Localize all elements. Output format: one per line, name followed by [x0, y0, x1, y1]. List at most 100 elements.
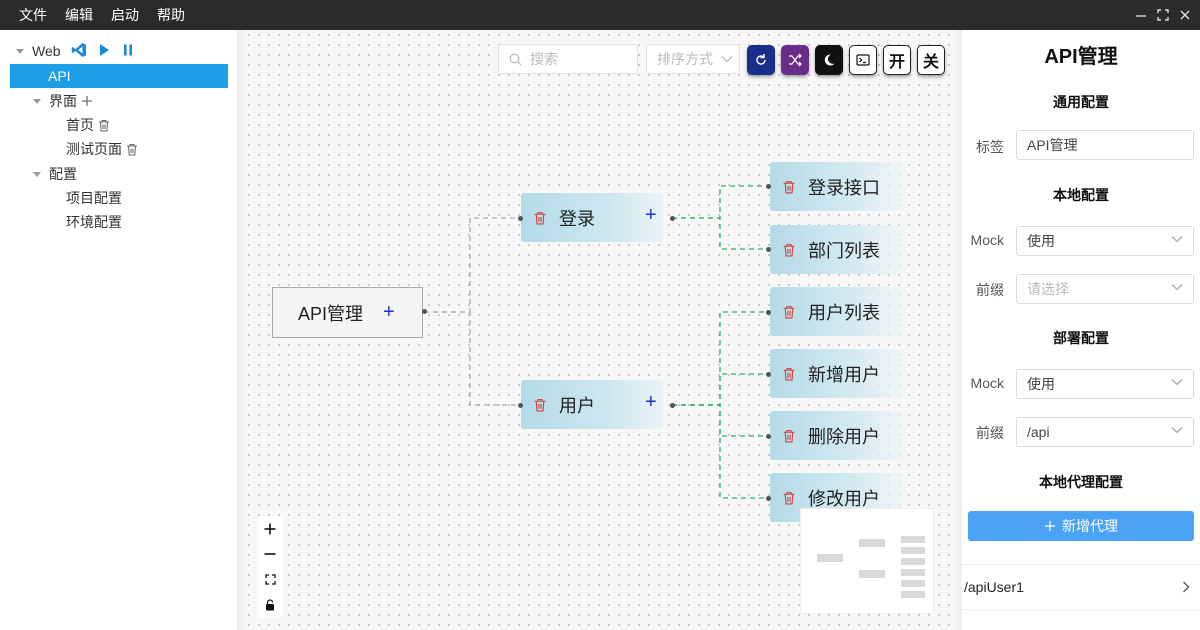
- proxy-list-item[interactable]: /apiUser1: [962, 564, 1200, 610]
- theme-toggle-button[interactable]: [815, 45, 843, 75]
- connection-port: [766, 496, 771, 501]
- shuffle-icon: [789, 53, 802, 67]
- local-mock-label: Mock: [970, 232, 1004, 248]
- tree-item-home[interactable]: 首页: [66, 113, 110, 137]
- add-child-icon[interactable]: +: [645, 391, 657, 414]
- trash-icon[interactable]: [782, 491, 796, 505]
- add-child-icon[interactable]: +: [383, 301, 395, 324]
- trash-icon[interactable]: [782, 429, 796, 443]
- leaf-node-label: 用户列表: [808, 302, 880, 323]
- trash-icon[interactable]: [782, 180, 796, 194]
- edge-login-leaf1: [672, 185, 766, 219]
- minimize-icon[interactable]: [1132, 6, 1150, 24]
- edge-user-leaf4: [672, 404, 766, 499]
- sort-select[interactable]: 排序方式: [646, 44, 740, 74]
- section-general: 通用配置: [1053, 94, 1109, 110]
- deploy-prefix-value: /api: [1027, 424, 1050, 440]
- menu-edit[interactable]: 编辑: [56, 0, 102, 30]
- trash-icon[interactable]: [533, 211, 547, 225]
- trash-icon[interactable]: [782, 243, 796, 257]
- menu-file[interactable]: 文件: [10, 0, 56, 30]
- chevron-down-icon: [1171, 427, 1183, 434]
- search-input[interactable]: 搜索: [498, 44, 638, 74]
- zoom-controls: [258, 516, 282, 618]
- fit-view-icon[interactable]: [258, 568, 282, 592]
- mid-node-user[interactable]: 用户 +: [521, 380, 663, 429]
- minimap[interactable]: [800, 508, 934, 614]
- section-proxy: 本地代理配置: [1039, 474, 1123, 490]
- trash-icon[interactable]: [782, 367, 796, 381]
- add-page-icon[interactable]: [81, 95, 93, 107]
- refresh-icon: [756, 54, 766, 65]
- lock-icon[interactable]: [258, 593, 282, 617]
- edge-root-user: [424, 311, 518, 406]
- trash-icon[interactable]: [126, 143, 138, 156]
- tree-root-label: Web: [32, 43, 61, 59]
- tag-input[interactable]: API管理: [1016, 130, 1194, 160]
- mid-node-login[interactable]: 登录 +: [521, 193, 663, 242]
- tree-item-home-label: 首页: [66, 117, 94, 133]
- open-button[interactable]: 开: [883, 45, 911, 75]
- tree-item-api[interactable]: API: [10, 64, 228, 88]
- menu-launch[interactable]: 启动: [102, 0, 148, 30]
- run-icon[interactable]: [97, 43, 111, 60]
- refresh-button[interactable]: [747, 45, 775, 75]
- leaf-node-label: 删除用户: [808, 426, 880, 447]
- close-icon[interactable]: [1176, 6, 1194, 24]
- local-mock-select[interactable]: 使用: [1016, 226, 1194, 256]
- tree-item-test-page[interactable]: 测试页面: [66, 137, 138, 161]
- trash-icon[interactable]: [98, 119, 110, 132]
- add-child-icon[interactable]: +: [645, 204, 657, 227]
- pause-icon[interactable]: [121, 43, 135, 60]
- connection-port: [670, 216, 675, 221]
- local-prefix-placeholder: 请选择: [1027, 281, 1069, 297]
- caret-down-icon: [16, 48, 24, 54]
- chevron-down-icon: [1171, 236, 1183, 243]
- moon-icon: [824, 54, 835, 66]
- caret-down-icon: [33, 98, 41, 104]
- caret-down-icon: [33, 171, 41, 177]
- zoom-out-icon[interactable]: [258, 542, 282, 566]
- local-prefix-select[interactable]: 请选择: [1016, 274, 1194, 304]
- connection-port: [766, 434, 771, 439]
- menu-help[interactable]: 帮助: [148, 0, 194, 30]
- connection-port: [518, 216, 523, 221]
- trash-icon[interactable]: [533, 398, 547, 412]
- deploy-mock-select[interactable]: 使用: [1016, 369, 1194, 399]
- deploy-mock-value: 使用: [1027, 376, 1055, 392]
- close-button[interactable]: 关: [917, 45, 945, 75]
- connection-port: [670, 403, 675, 408]
- leaf-node[interactable]: 删除用户: [770, 411, 906, 460]
- maximize-icon[interactable]: [1154, 6, 1172, 24]
- shuffle-button[interactable]: [781, 45, 809, 75]
- tree-group-config[interactable]: 配置: [33, 162, 77, 186]
- tree-root[interactable]: Web: [16, 39, 135, 63]
- leaf-node[interactable]: 部门列表: [770, 225, 906, 274]
- mindmap-canvas[interactable]: 搜索 排序方式 开 关 API管理 + 登录 + 用户 + 登录接口 部门列表 …: [244, 30, 956, 630]
- tree-item-api-label: API: [48, 68, 71, 84]
- tree-group-ui[interactable]: 界面: [33, 89, 93, 113]
- terminal-button[interactable]: [849, 45, 877, 75]
- trash-icon[interactable]: [782, 305, 796, 319]
- zoom-in-icon[interactable]: [258, 517, 282, 541]
- deploy-mock-label: Mock: [970, 375, 1004, 391]
- edge-user-leaf3: [672, 404, 766, 437]
- project-tree: Web API 界面 首页 测试页面 配置 项目配置 环境配置: [0, 30, 238, 630]
- terminal-icon: [856, 54, 870, 66]
- add-proxy-button[interactable]: 新增代理: [968, 511, 1194, 541]
- connection-port: [766, 372, 771, 377]
- tree-item-project-config[interactable]: 项目配置: [66, 186, 122, 210]
- section-deploy: 部署配置: [1053, 330, 1109, 346]
- tree-item-env-config[interactable]: 环境配置: [66, 210, 122, 234]
- leaf-node[interactable]: 用户列表: [770, 287, 906, 336]
- leaf-node[interactable]: 新增用户: [770, 349, 906, 398]
- deploy-prefix-select[interactable]: /api: [1016, 417, 1194, 447]
- root-node[interactable]: API管理 +: [272, 287, 423, 338]
- vscode-icon[interactable]: [71, 42, 87, 61]
- tree-item-env-config-label: 环境配置: [66, 214, 122, 230]
- local-mock-value: 使用: [1027, 233, 1055, 249]
- tag-label: 标签: [976, 139, 1004, 155]
- chevron-down-icon: [1171, 379, 1183, 386]
- tree-item-test-page-label: 测试页面: [66, 141, 122, 157]
- leaf-node[interactable]: 登录接口: [770, 162, 906, 211]
